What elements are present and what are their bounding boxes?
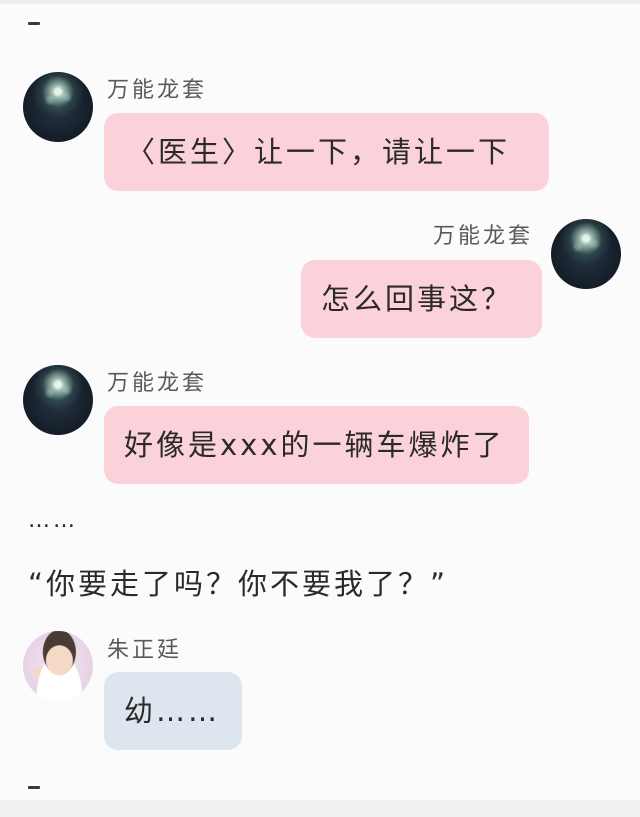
bottom-edge — [0, 800, 640, 817]
message-bubble[interactable]: 〈医生〉让一下，请让一下 — [104, 113, 549, 191]
message-text: 〈医生〉让一下，请让一下 — [126, 135, 511, 169]
message-bubble[interactable]: 好像是xxx的一辆车爆炸了 — [104, 406, 529, 484]
message-text: 幼…… — [124, 694, 221, 728]
top-divider-dash — [28, 22, 40, 25]
message-bubble[interactable]: 幼…… — [104, 672, 242, 750]
message-text: 好像是xxx的一辆车爆炸了 — [124, 428, 505, 462]
narration-ellipsis: …… — [28, 508, 78, 533]
sender-name: 万能龙套 — [433, 224, 534, 249]
message-text: 怎么回事这？ — [321, 282, 514, 316]
sender-avatar[interactable] — [23, 72, 93, 142]
sender-name: 万能龙套 — [107, 78, 208, 103]
bottom-divider-dash — [28, 786, 40, 789]
top-edge — [0, 0, 640, 4]
sender-avatar[interactable] — [23, 631, 93, 701]
sender-name: 万能龙套 — [107, 371, 208, 396]
sender-avatar[interactable] — [23, 365, 93, 435]
message-bubble[interactable]: 怎么回事这？ — [301, 260, 542, 338]
sender-avatar[interactable] — [551, 219, 621, 289]
sender-name: 朱正廷 — [107, 638, 183, 663]
narration-quote: “你要走了吗？你不要我了？” — [28, 567, 449, 601]
